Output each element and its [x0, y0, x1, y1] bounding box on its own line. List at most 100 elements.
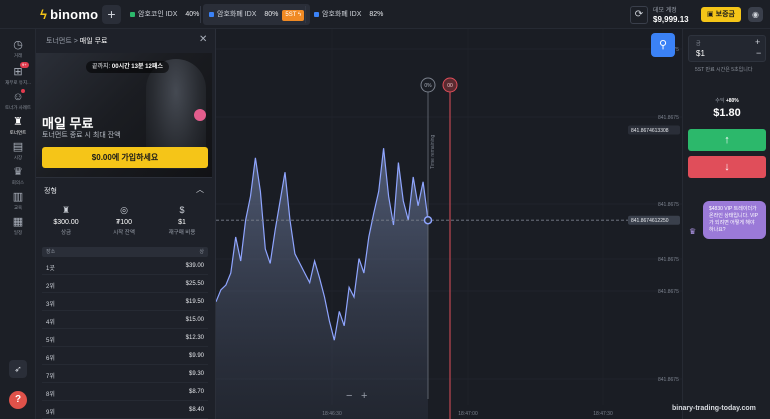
calendar-icon: ▦: [12, 216, 24, 228]
expiry-marker-label: 00: [447, 83, 453, 89]
sidebar-item-vip[interactable]: ♛ 회의스: [0, 166, 36, 186]
dollar-icon: $: [179, 205, 185, 215]
time-remaining-label: Time remaining: [430, 135, 436, 169]
price-chart[interactable]: Time remaining 0% 00 841.8675 841.8674613…: [216, 29, 682, 419]
profit-value: $1.80: [713, 107, 741, 119]
column-prize: 상: [199, 249, 204, 255]
account-label: 데모 계정: [653, 8, 677, 14]
countdown-timer: 끝까지: 00시간 13분 12패스: [86, 61, 169, 73]
logo-text: binomo: [50, 7, 99, 22]
person-add-icon: ⚲: [658, 39, 668, 51]
divider: [36, 177, 212, 178]
amount-decrease-button[interactable]: −: [756, 48, 761, 58]
price-axis-label: 841.8675: [658, 202, 679, 208]
profit-percent: +80%: [725, 98, 739, 104]
time-axis-label: 18:47:30: [593, 411, 613, 417]
price-axis-label: 841.8674612250: [631, 218, 669, 224]
people-icon: ☺: [12, 91, 24, 103]
sidebar-item-social[interactable]: ☺ 토너가 사례트: [0, 91, 36, 111]
logo[interactable]: ϟ binomo: [40, 7, 98, 22]
notification-badge: 9+: [20, 62, 29, 68]
price-axis-label: 841.8675: [658, 377, 679, 383]
boxing-glove-illustration: [194, 109, 206, 121]
up-button[interactable]: ↑: [688, 129, 766, 151]
sidebar-item-market[interactable]: ▤ 시장: [0, 141, 36, 161]
question-icon: ?: [14, 394, 22, 405]
zoom-in-button[interactable]: +: [361, 390, 367, 402]
watermark: binary-trading-today.com: [672, 405, 756, 412]
avatar[interactable]: ◉: [748, 7, 763, 22]
app-window: ϟ binomo + 암호코인 IDX 40% 암호화폐 IDX 80% 5ST ϟ 암…: [0, 0, 770, 419]
time-axis-label: 18:47:00: [458, 411, 478, 417]
current-price-dot: [423, 215, 433, 225]
rocket-icon: ➶: [14, 364, 22, 374]
sidebar-item-tournaments[interactable]: ♜ 토너먼트: [0, 116, 36, 136]
breadcrumb-root[interactable]: 토너먼트: [46, 38, 72, 45]
account-switch-button[interactable]: ⟳: [630, 6, 648, 24]
sidebar: ◷ 거래 ⊞ 재무로 유지... 9+ ☺ 토너가 사례트 ♜ 토너먼트 ▤ 시장 ♛ 회의…: [0, 29, 36, 419]
price-axis-label: 841.8674613308: [631, 128, 669, 134]
account-info[interactable]: 데모 계정 $9,999.13: [653, 5, 689, 24]
help-button[interactable]: ?: [9, 391, 27, 409]
down-button[interactable]: ↓: [688, 156, 766, 178]
sidebar-item-education[interactable]: ▥ 교육: [0, 191, 36, 211]
top-bar: ϟ binomo + 암호코인 IDX 40% 암호화폐 IDX 80% 5ST ϟ 암…: [0, 0, 770, 29]
add-indicator-button[interactable]: ⚲: [651, 33, 675, 57]
table-row: 8위 $8.70: [42, 384, 208, 401]
expiry-badge: 5ST ϟ: [282, 10, 305, 21]
tab-divider: [200, 6, 201, 23]
section-title: 정형: [44, 188, 57, 195]
account-balance: $9,999.13: [653, 15, 689, 24]
asset-percent: 80%: [264, 11, 279, 18]
trophy-icon: ♜: [61, 205, 71, 215]
chart-canvas[interactable]: Time remaining 0% 00 841.8675 841.8674613…: [216, 29, 682, 419]
sidebar-item-calendar[interactable]: ▦ 일정: [0, 216, 36, 236]
join-tournament-button[interactable]: $0.00에 가입하세요: [42, 147, 208, 168]
sidebar-item-bonus[interactable]: ⊞ 재무로 유지...: [0, 66, 36, 86]
amount-increase-button[interactable]: +: [755, 37, 760, 47]
sidebar-item-trade[interactable]: ◷ 거래: [0, 39, 36, 59]
tournament-subtitle: 토너먼트 종료 시 최대 잔액: [42, 132, 121, 139]
crown-icon: ♛: [13, 166, 23, 178]
trade-panel: 금 $1 + − 5ST 만료 시간은 5초입니다 수익 +80% $1.80 …: [682, 29, 770, 419]
asset-tab-2[interactable]: 암호화폐 IDX 80% 5ST ϟ: [203, 4, 311, 25]
table-row: 6위 $9.90: [42, 348, 208, 365]
breadcrumb-separator: >: [73, 38, 78, 45]
table-row: 9위 $8.40: [42, 402, 208, 419]
profit-display: 수익 +80% $1.80: [688, 97, 766, 119]
asset-percent: 40%: [185, 11, 200, 18]
zoom-out-button[interactable]: −: [346, 390, 352, 402]
notification-dot: [21, 89, 25, 93]
vip-crown-icon: ♛: [689, 227, 697, 236]
refresh-icon: ⟳: [634, 9, 644, 20]
column-place: 장소: [46, 249, 56, 255]
asset-name: 암호화폐 IDX: [322, 11, 362, 18]
asset-tab-3[interactable]: 암호화폐 IDX 82%: [308, 4, 389, 25]
add-tab-button[interactable]: +: [102, 5, 121, 24]
gift-icon: ⊞: [13, 66, 23, 78]
close-icon[interactable]: ✕: [199, 34, 207, 45]
deposit-button[interactable]: ▣ 보증금: [701, 7, 741, 22]
amount-field[interactable]: 금 $1 + −: [688, 35, 766, 62]
amount-value[interactable]: $1: [696, 49, 705, 58]
asset-name: 암호화폐 IDX: [217, 11, 257, 18]
table-row: 2위 $25.50: [42, 276, 208, 293]
expiry-note: 5ST 만료 시간은 5초입니다: [695, 67, 753, 73]
price-axis-label: 841.8675: [658, 289, 679, 295]
prize-table-header: 장소 상: [42, 247, 208, 257]
asset-flag-icon: [130, 11, 135, 17]
stat-rebuy-cost: $ $1 재구매 비용: [154, 205, 210, 236]
table-row: 5위 $12.30: [42, 330, 208, 347]
vip-chat-bubble[interactable]: $4830 VIP 트레이더가 온라인 상태입니다. VIP가 되려면 어떻게 …: [703, 201, 766, 239]
start-marker-label: 0%: [424, 83, 432, 89]
rocket-button[interactable]: ➶: [9, 360, 27, 378]
logo-bolt-icon: ϟ: [40, 7, 48, 22]
time-axis-label: 18:46:30: [322, 411, 342, 417]
price-axis-label: 841.8675: [658, 115, 679, 121]
book-icon: ▥: [12, 191, 24, 203]
chevron-up-icon[interactable]: ︿: [196, 184, 204, 195]
asset-tab-1[interactable]: 암호코인 IDX 40%: [124, 4, 205, 25]
wallet-icon: ▣: [707, 11, 714, 18]
clock-icon: ◷: [13, 39, 23, 51]
table-row: 1곳 $39.00: [42, 258, 208, 275]
